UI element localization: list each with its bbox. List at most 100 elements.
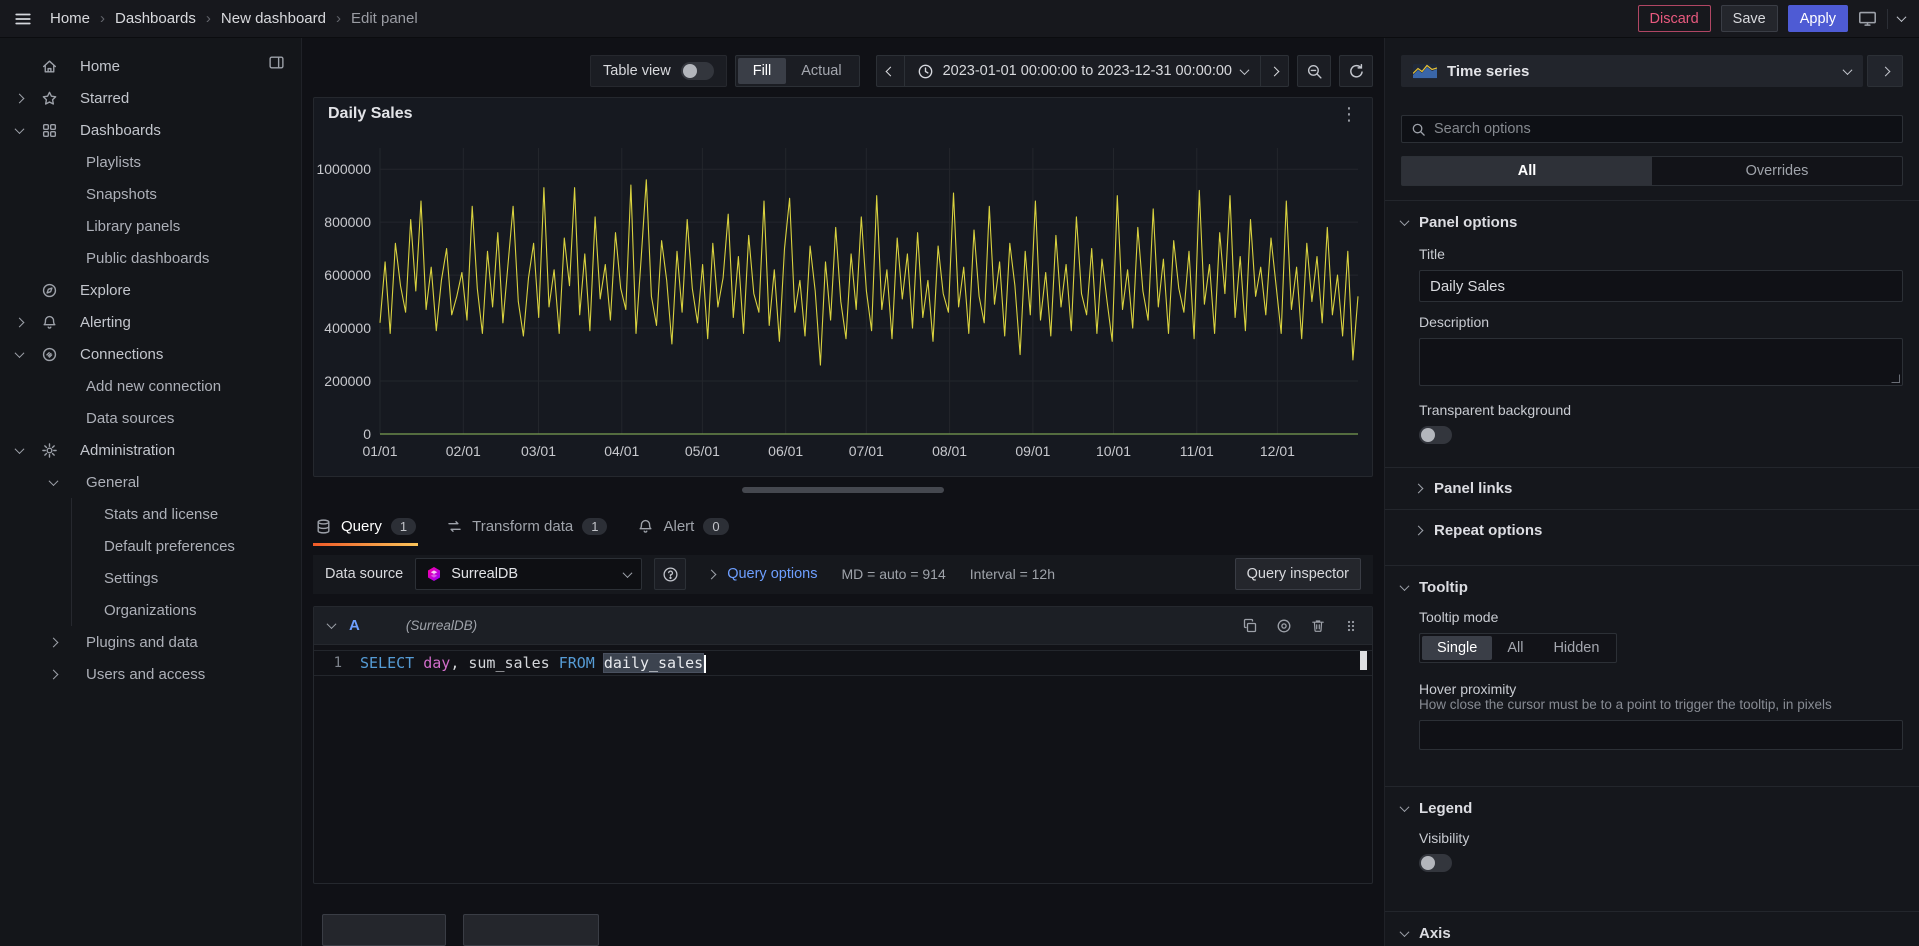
sidebar-item-explore[interactable]: Explore — [0, 274, 301, 306]
chevron-down-icon[interactable] — [16, 127, 28, 134]
sidebar-item-general[interactable]: General — [0, 466, 301, 498]
sidebar-item-snapshots[interactable]: Snapshots — [0, 178, 301, 210]
code-editor[interactable]: 1 SELECT day, sum_sales FROM daily_sales — [314, 645, 1372, 883]
tab-transform-data[interactable]: Transform data1 — [444, 511, 609, 541]
datasource-select[interactable]: SurrealDB — [415, 558, 642, 590]
query-options-link[interactable]: Query options — [727, 566, 817, 582]
transparent-background-toggle[interactable] — [1419, 426, 1452, 444]
repeat-options-row[interactable]: Repeat options — [1385, 509, 1919, 551]
code-line-1[interactable]: 1 SELECT day, sum_sales FROM daily_sales — [314, 650, 1372, 676]
sidebar-item-label: Dashboards — [80, 122, 161, 139]
sidebar-item-default-preferences[interactable]: Default preferences — [0, 530, 301, 562]
sidebar-item-administration[interactable]: Administration — [0, 434, 301, 466]
sidebar-item-organizations[interactable]: Organizations — [0, 594, 301, 626]
query-row-header[interactable]: A (SurrealDB) — [314, 607, 1372, 645]
sidebar-item-label: Stats and license — [104, 506, 218, 523]
chevron-right-icon[interactable] — [50, 671, 62, 678]
collapse-options-pane-button[interactable] — [1867, 55, 1903, 87]
chevron-down-icon[interactable] — [16, 447, 28, 454]
sidebar-item-data-sources[interactable]: Data sources — [0, 402, 301, 434]
tooltip-mode-single[interactable]: Single — [1422, 636, 1492, 660]
legend-visibility-toggle[interactable] — [1419, 854, 1452, 872]
chevron-down-icon[interactable] — [50, 479, 62, 486]
query-options-chevron-icon[interactable] — [707, 570, 717, 580]
hover-proximity-input[interactable] — [1419, 720, 1903, 750]
discard-button[interactable]: Discard — [1638, 5, 1711, 32]
visualization-picker[interactable]: Time series — [1401, 55, 1863, 87]
monitor-icon[interactable] — [1858, 9, 1877, 28]
sidebar-item-playlists[interactable]: Playlists — [0, 146, 301, 178]
breadcrumb-new-dashboard[interactable]: New dashboard — [221, 10, 326, 27]
options-search-input[interactable] — [1434, 121, 1893, 137]
textarea-resize-grip[interactable] — [1891, 374, 1900, 383]
panel-title: Daily Sales — [328, 105, 413, 123]
home-icon — [41, 58, 58, 75]
table-view-toggle[interactable] — [681, 62, 714, 80]
panel-menu-kebab-icon[interactable]: ⋮ — [1340, 105, 1358, 123]
sidebar-item-starred[interactable]: Starred — [0, 82, 301, 114]
section-tooltip[interactable]: Tooltip — [1385, 565, 1919, 609]
tooltip-mode-all[interactable]: All — [1492, 636, 1538, 660]
sidebar-item-label: Users and access — [86, 666, 205, 683]
tab-overrides[interactable]: Overrides — [1652, 157, 1902, 185]
time-series-chart[interactable]: 01/0102/0103/0104/0105/0106/0107/0108/01… — [314, 130, 1370, 476]
actual-segment[interactable]: Actual — [786, 58, 856, 84]
query-inspector-button[interactable]: Query inspector — [1235, 558, 1361, 590]
sidebar-item-plugins-and-data[interactable]: Plugins and data — [0, 626, 301, 658]
svg-text:07/01: 07/01 — [849, 443, 884, 459]
edit-panel-main-area: Table view Fill Actual 2023-01-01 00:00:… — [302, 38, 1384, 946]
add-query-button[interactable] — [322, 914, 446, 946]
breadcrumb-dashboards[interactable]: Dashboards — [115, 10, 196, 27]
pane-resize-handle[interactable] — [742, 487, 944, 493]
table-view-label: Table view — [603, 63, 671, 79]
save-button[interactable]: Save — [1721, 5, 1778, 32]
sidebar-item-label: Default preferences — [104, 538, 235, 555]
apply-button[interactable]: Apply — [1788, 5, 1848, 32]
query-collapse-icon[interactable] — [327, 620, 337, 630]
time-shift-forward-button[interactable] — [1261, 55, 1289, 87]
panel-description-textarea[interactable] — [1419, 338, 1903, 386]
interval-text: Interval = 12h — [970, 566, 1055, 582]
sql-query-text[interactable]: SELECT day, sum_sales FROM daily_sales — [360, 654, 706, 673]
sidebar-item-settings[interactable]: Settings — [0, 562, 301, 594]
sidebar-item-public-dashboards[interactable]: Public dashboards — [0, 242, 301, 274]
delete-query-icon[interactable] — [1310, 618, 1326, 634]
hamburger-menu-icon[interactable] — [14, 10, 32, 28]
chevron-down-icon[interactable] — [16, 351, 28, 358]
add-expression-button[interactable] — [463, 914, 599, 946]
sidebar-item-connections[interactable]: Connections — [0, 338, 301, 370]
zoom-out-time-button[interactable] — [1297, 55, 1331, 87]
breadcrumb-home[interactable]: Home — [50, 10, 90, 27]
topbar-chevron-down-icon[interactable] — [1897, 12, 1907, 22]
section-legend[interactable]: Legend — [1385, 786, 1919, 830]
duplicate-query-icon[interactable] — [1242, 618, 1258, 634]
tab-alert[interactable]: Alert0 — [635, 511, 730, 541]
datasource-help-button[interactable] — [654, 558, 686, 590]
panel-links-row[interactable]: Panel links — [1385, 467, 1919, 509]
sidebar-item-users-and-access[interactable]: Users and access — [0, 658, 301, 690]
section-panel-options[interactable]: Panel options — [1385, 200, 1919, 244]
drag-handle-icon[interactable] — [1344, 618, 1358, 634]
chevron-right-icon[interactable] — [50, 639, 62, 646]
sidebar-item-home[interactable]: Home — [0, 50, 301, 82]
disable-query-icon[interactable] — [1276, 618, 1292, 634]
fill-segment[interactable]: Fill — [738, 58, 787, 84]
sidebar-item-dashboards[interactable]: Dashboards — [0, 114, 301, 146]
sidebar-item-add-new-connection[interactable]: Add new connection — [0, 370, 301, 402]
tab-query[interactable]: Query1 — [313, 511, 418, 541]
time-shift-back-button[interactable] — [876, 55, 904, 87]
plug-icon — [41, 346, 58, 363]
sidebar-item-library-panels[interactable]: Library panels — [0, 210, 301, 242]
panel-title-input[interactable] — [1419, 270, 1903, 302]
tooltip-mode-hidden[interactable]: Hidden — [1538, 636, 1614, 660]
time-range-picker[interactable]: 2023-01-01 00:00:00 to 2023-12-31 00:00:… — [904, 55, 1261, 87]
chevron-right-icon[interactable] — [16, 319, 28, 326]
tab-count-badge: 0 — [703, 518, 728, 535]
tab-all[interactable]: All — [1402, 157, 1652, 185]
sidebar-item-stats-and-license[interactable]: Stats and license — [0, 498, 301, 530]
svg-text:11/01: 11/01 — [1180, 443, 1214, 459]
section-axis[interactable]: Axis — [1385, 911, 1919, 946]
refresh-button[interactable] — [1339, 55, 1373, 87]
chevron-right-icon[interactable] — [16, 95, 28, 102]
sidebar-item-alerting[interactable]: Alerting — [0, 306, 301, 338]
